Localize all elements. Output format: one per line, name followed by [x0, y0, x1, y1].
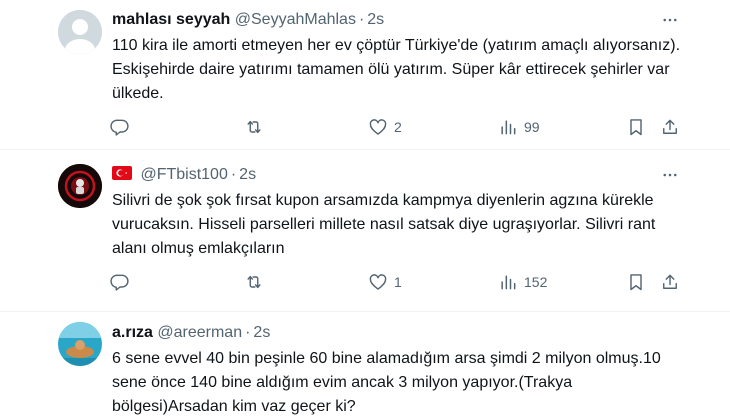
reply-icon	[110, 119, 129, 136]
tweet[interactable]: a.rıza @areerman · 2s 6 sene evvel 40 bin …	[0, 312, 730, 420]
display-name[interactable]: mahlası seyyah	[112, 11, 230, 28]
share-icon	[663, 119, 677, 134]
profile-picture	[58, 322, 102, 366]
default-avatar-icon	[58, 10, 102, 54]
separator: ·	[230, 166, 237, 183]
profile-picture	[58, 164, 102, 208]
separator: ·	[245, 324, 251, 341]
heart-icon	[369, 119, 387, 135]
retweet-icon	[247, 120, 261, 134]
like-button[interactable]: 1	[368, 270, 402, 294]
bookmark-button[interactable]	[626, 270, 646, 294]
heart-icon	[369, 274, 387, 290]
retweet-button[interactable]	[244, 270, 264, 294]
like-count: 1	[394, 274, 402, 290]
retweet-icon	[247, 275, 261, 289]
separator: ·	[358, 11, 365, 28]
views-button[interactable]: 99	[498, 115, 540, 139]
turkey-flag-icon	[112, 166, 132, 180]
retweet-button[interactable]	[244, 115, 264, 139]
share-button[interactable]	[660, 115, 680, 139]
timestamp[interactable]: 2s	[239, 166, 256, 183]
tweet-header: mahlası seyyah @SeyyahMahlas · 2s	[112, 10, 384, 30]
more-icon[interactable]	[658, 10, 682, 30]
reply-icon	[110, 274, 129, 291]
display-name[interactable]: a.rıza	[112, 324, 153, 341]
tweet-header: @FTbist100 · 2s	[112, 165, 256, 185]
timestamp[interactable]: 2s	[253, 324, 270, 341]
timestamp[interactable]: 2s	[367, 11, 384, 28]
action-bar: 1 152	[110, 270, 690, 294]
bookmark-icon	[630, 274, 642, 291]
view-count: 152	[524, 274, 548, 290]
tweet[interactable]: @FTbist100 · 2s Silivri de şok şok fırsat …	[0, 150, 730, 310]
like-button[interactable]: 2	[368, 115, 402, 139]
views-icon	[501, 275, 516, 290]
like-count: 2	[394, 119, 402, 135]
avatar[interactable]	[58, 164, 102, 208]
username[interactable]: @FTbist100	[140, 166, 227, 183]
username[interactable]: @SeyyahMahlas	[235, 11, 356, 28]
bookmark-button[interactable]	[626, 115, 646, 139]
tweet-header: a.rıza @areerman · 2s	[112, 323, 270, 343]
share-icon	[663, 274, 677, 289]
reply-button[interactable]	[110, 270, 130, 294]
views-icon	[501, 120, 516, 135]
tweet-text: 6 sene evvel 40 bin peşinle 60 bine alam…	[112, 350, 661, 415]
tweet-text: 110 kira ile amorti etmeyen her ev çöptü…	[112, 37, 681, 102]
view-count: 99	[524, 119, 540, 135]
more-icon[interactable]	[658, 165, 682, 185]
action-bar: 2 99	[110, 115, 690, 139]
avatar[interactable]	[58, 10, 102, 54]
bookmark-icon	[630, 119, 642, 136]
tweet-text: Silivri de şok şok fırsat kupon arsamızd…	[112, 192, 656, 257]
reply-button[interactable]	[110, 115, 130, 139]
share-button[interactable]	[660, 270, 680, 294]
avatar[interactable]	[58, 322, 102, 366]
views-button[interactable]: 152	[498, 270, 547, 294]
tweet[interactable]: mahlası seyyah @SeyyahMahlas · 2s 110 kira…	[0, 0, 730, 148]
username[interactable]: @areerman	[157, 324, 242, 341]
